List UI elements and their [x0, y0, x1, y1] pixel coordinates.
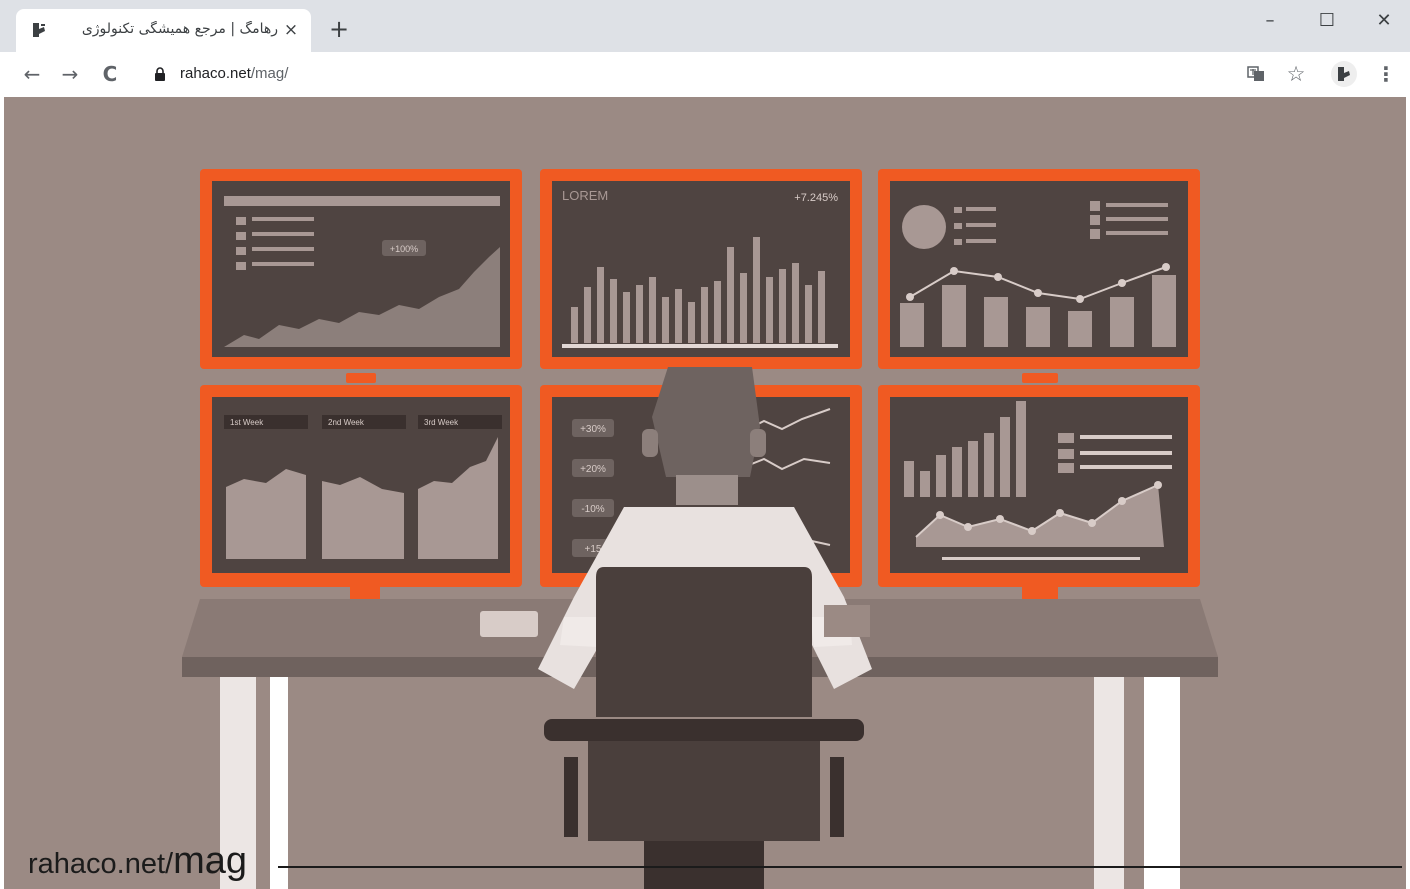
watermark-rule: [278, 866, 1402, 868]
monitor-bottom-left: 1st Week 2nd Week 3rd Week: [200, 385, 522, 587]
address-bar[interactable]: rahaco.net/mag/: [140, 58, 1230, 91]
monitor-bottom-right: [878, 385, 1200, 587]
forward-button[interactable]: →: [56, 60, 84, 88]
pct3-label: -10%: [581, 504, 604, 515]
profile-icon[interactable]: [1330, 60, 1358, 88]
back-button[interactable]: ←: [18, 60, 46, 88]
new-tab-button[interactable]: +: [326, 16, 352, 42]
close-window-button[interactable]: ✕: [1364, 8, 1404, 34]
week2-label: 2nd Week: [328, 418, 365, 427]
browser-tab[interactable]: رهامگ | مرجع همیشگی تکنولوژی ×: [16, 9, 311, 52]
monitor-mount-right: [1022, 373, 1058, 383]
marker-label: +100%: [390, 244, 418, 254]
lorem-change-label: +7.245%: [794, 192, 838, 204]
tab-title: رهامگ | مرجع همیشگی تکنولوژی: [81, 21, 278, 37]
monitor-top-right: [878, 169, 1200, 369]
url-host: rahaco.net: [180, 65, 251, 82]
watermark-prefix: rahaco.net/: [28, 848, 174, 880]
minimize-button[interactable]: –: [1250, 8, 1290, 34]
lock-icon: [155, 67, 165, 81]
week1-label: 1st Week: [230, 418, 264, 427]
browser-tab-strip: رهامگ | مرجع همیشگی تکنولوژی × + – ☐ ✕: [0, 0, 1410, 52]
tab-close-icon[interactable]: ×: [281, 20, 301, 40]
site-favicon-icon: [33, 23, 45, 37]
url-text: rahaco.net/mag/: [180, 65, 288, 82]
translate-icon[interactable]: [1242, 60, 1270, 88]
monitoring-illustration: +100% LOREM +7.245% 1st Week 2nd Week 3r…: [4, 97, 1406, 889]
watermark: rahaco.net/mag: [28, 840, 247, 883]
monitor-mount-left: [346, 373, 376, 383]
watermark-suffix: mag: [173, 840, 248, 882]
url-path: /mag/: [250, 65, 289, 82]
reload-button[interactable]: C: [96, 60, 124, 88]
monitor-stand-left: [350, 587, 380, 599]
pct2-label: +20%: [580, 464, 606, 475]
browser-toolbar: ← → C rahaco.net/mag/ ☆ ⋮: [0, 52, 1410, 97]
browser-menu-icon[interactable]: ⋮: [1372, 60, 1400, 88]
maximize-button[interactable]: ☐: [1307, 8, 1347, 34]
page-content: +100% LOREM +7.245% 1st Week 2nd Week 3r…: [4, 97, 1406, 889]
week3-label: 3rd Week: [424, 418, 459, 427]
monitor-top-center: LOREM +7.245%: [540, 169, 862, 369]
monitor-stand-right: [1022, 587, 1058, 599]
monitor-top-left: +100%: [200, 169, 522, 369]
pct1-label: +30%: [580, 424, 606, 435]
bookmark-star-icon[interactable]: ☆: [1282, 60, 1310, 88]
lorem-label: LOREM: [562, 188, 608, 203]
